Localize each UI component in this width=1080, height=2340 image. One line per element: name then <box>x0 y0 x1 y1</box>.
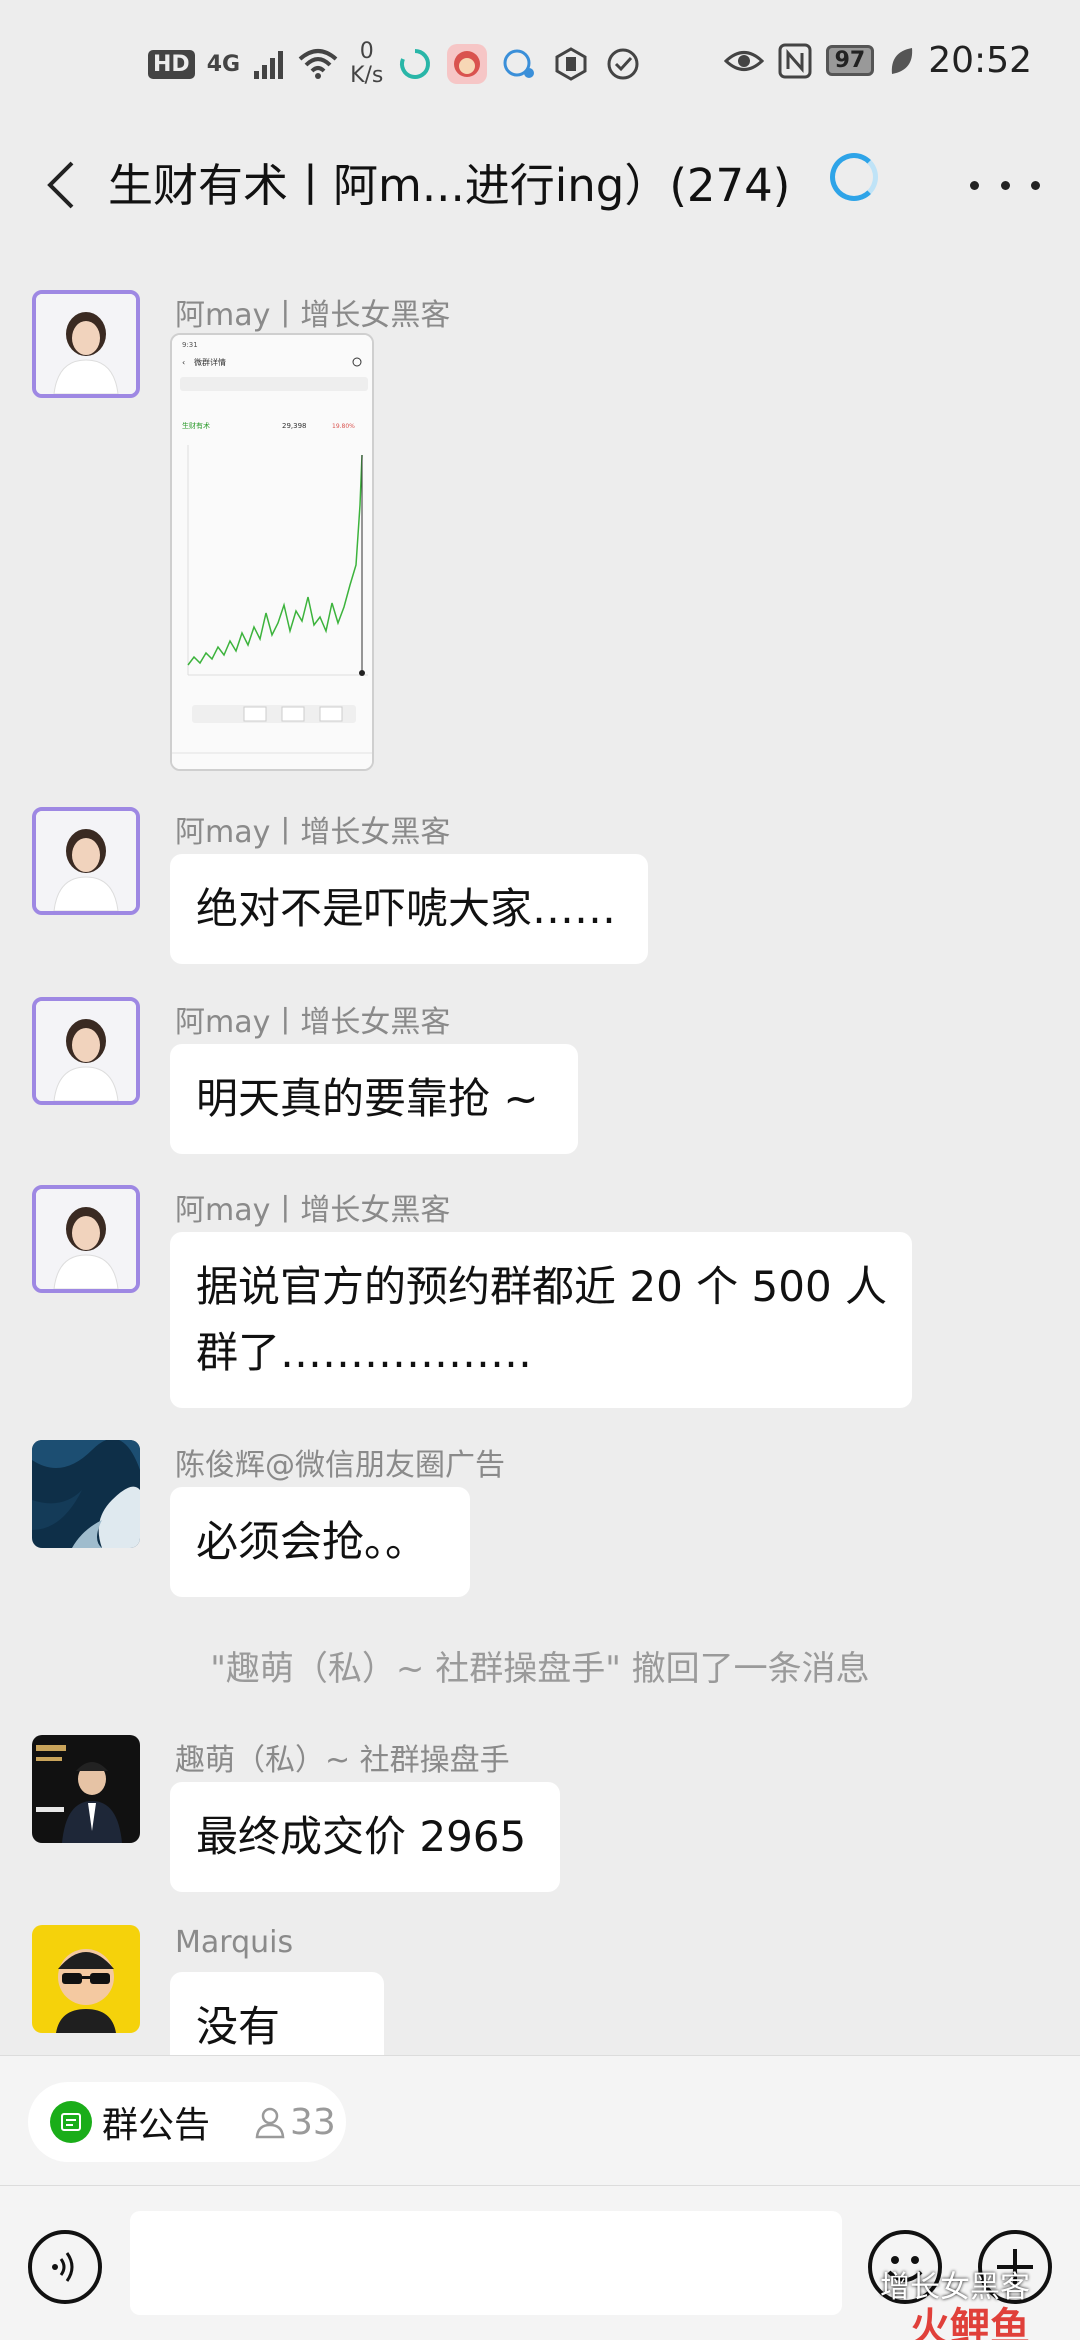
avatar[interactable] <box>32 1735 140 1843</box>
loading-spinner-icon <box>830 153 878 201</box>
avatar[interactable] <box>32 807 140 915</box>
message-list[interactable]: 阿may丨增长女黑客 9:31 ‹ 微群详情 生财有术 29,398 19.80… <box>0 235 1080 2055</box>
image-message[interactable]: 9:31 ‹ 微群详情 生财有术 29,398 19.80% <box>170 333 374 771</box>
message-line: 据说官方的预约群都近 20 个 500 人 <box>196 1262 888 1311</box>
thumb-row-value: 29,398 <box>282 422 307 430</box>
voice-icon <box>52 2252 74 2282</box>
member-count-value: 33 <box>290 2101 336 2143</box>
avatar[interactable] <box>32 997 140 1105</box>
group-notice-bar: 群公告 33 <box>0 2055 1080 2185</box>
message-bubble[interactable]: 必须会抢。。 <box>170 1487 470 1597</box>
dot-icon <box>1031 180 1040 190</box>
status-left: HD 4G 0 K/s <box>148 40 643 88</box>
back-button[interactable] <box>30 155 90 215</box>
svg-text:‹: ‹ <box>182 358 185 367</box>
hand-app-icon <box>551 44 591 84</box>
avatar[interactable] <box>32 1440 140 1548</box>
sender-name: 阿may丨增长女黑客 <box>175 1193 451 1228</box>
battery-indicator: 97 <box>825 45 875 76</box>
sender-name: 阿may丨增长女黑客 <box>175 298 451 333</box>
avatar[interactable] <box>32 1185 140 1293</box>
sender-name: 陈俊辉@微信朋友圈广告 <box>175 1448 505 1483</box>
clock: 20:52 <box>928 40 1032 81</box>
dot-icon <box>970 180 979 190</box>
thumb-row-name: 生财有术 <box>182 421 210 430</box>
voice-button[interactable] <box>28 2230 102 2304</box>
check-app-icon <box>603 44 643 84</box>
sender-name: 阿may丨增长女黑客 <box>175 1005 451 1040</box>
app-notification-icon <box>395 44 435 84</box>
chat-title[interactable]: 生财有术丨阿m...进行ing）(274) <box>108 149 790 214</box>
nfc-icon <box>778 43 812 78</box>
chevron-left-icon <box>47 161 74 209</box>
leaf-icon <box>892 47 913 74</box>
sender-name: 阿may丨增长女黑客 <box>175 815 451 850</box>
net-speed-unit: K/s <box>350 63 384 88</box>
group-notice-button[interactable]: 群公告 33 <box>28 2082 346 2162</box>
sender-name: 趣萌（私）~ 社群操盘手 <box>175 1743 510 1778</box>
eye-icon <box>723 50 764 71</box>
message-bubble[interactable]: 没有吧？ <box>170 1972 384 2055</box>
chat-app-icon <box>499 44 539 84</box>
chat-header: 生财有术丨阿m...进行ing）(274) <box>0 135 1080 235</box>
signal-icon <box>254 51 284 79</box>
message-bubble[interactable]: 明天真的要靠抢 ~ <box>170 1044 578 1154</box>
monkey-app-icon <box>447 44 488 84</box>
notice-label: 群公告 <box>102 2105 211 2146</box>
net-speed: 0 K/s <box>350 40 383 88</box>
message-bubble[interactable]: 最终成交价 2965 <box>170 1782 560 1892</box>
net-speed-value: 0 <box>359 39 374 64</box>
watermark-brand: 火鲤鱼 <box>910 2305 1030 2340</box>
message-input[interactable] <box>130 2211 842 2315</box>
status-right: 97 20:52 <box>723 40 1032 81</box>
sender-name: Marquis <box>175 1925 294 1960</box>
wifi-icon <box>298 49 338 79</box>
message-bubble[interactable]: 绝对不是吓唬大家…… <box>170 854 648 964</box>
svg-text:9:31: 9:31 <box>182 341 198 349</box>
avatar[interactable] <box>32 1925 140 2033</box>
more-options-button[interactable] <box>970 155 1040 215</box>
message-bubble[interactable]: 据说官方的预约群都近 20 个 500 人 群了……………… <box>170 1232 912 1408</box>
thumb-title: 微群详情 <box>194 357 226 367</box>
dot-icon <box>1000 180 1010 190</box>
person-icon <box>255 2107 285 2139</box>
message-line: 群了……………… <box>196 1328 533 1377</box>
network-type: 4G <box>206 51 241 77</box>
notice-icon <box>50 2101 92 2143</box>
member-count: 33 <box>254 2102 336 2143</box>
avatar[interactable] <box>32 290 140 398</box>
recall-notice: "趣萌（私）~ 社群操盘手" 撤回了一条消息 <box>210 1649 870 1689</box>
hd-badge: HD <box>148 49 195 79</box>
status-bar: HD 4G 0 K/s 97 20:52 <box>0 0 1080 135</box>
thumb-row-change: 19.80% <box>332 423 355 430</box>
